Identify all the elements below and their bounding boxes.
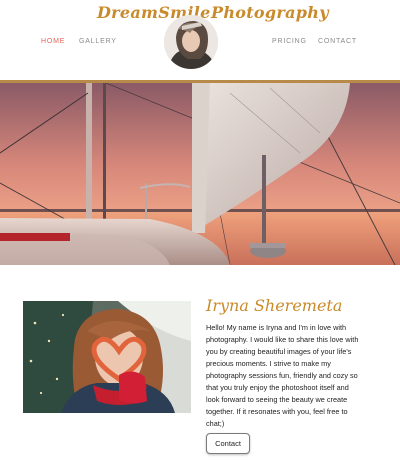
photographer-name: Iryna Sheremeta: [206, 296, 343, 315]
nav-contact[interactable]: CONTACT: [318, 38, 357, 45]
contact-button[interactable]: Contact: [206, 433, 250, 454]
hero-image: [0, 83, 400, 265]
nav-pricing[interactable]: PRICING: [272, 38, 307, 45]
nav-home[interactable]: HOME: [41, 38, 65, 45]
about-portrait-photo: [23, 301, 191, 413]
brand-tagline: Photography: [211, 3, 329, 22]
about-bio-text: Hello! My name is Iryna and I'm in love …: [206, 323, 359, 428]
site-header: DreamSmile Photography HOME GALLERY PRIC…: [0, 0, 400, 80]
logo-portrait[interactable]: [164, 15, 218, 69]
nav-gallery[interactable]: GALLERY: [79, 38, 117, 45]
